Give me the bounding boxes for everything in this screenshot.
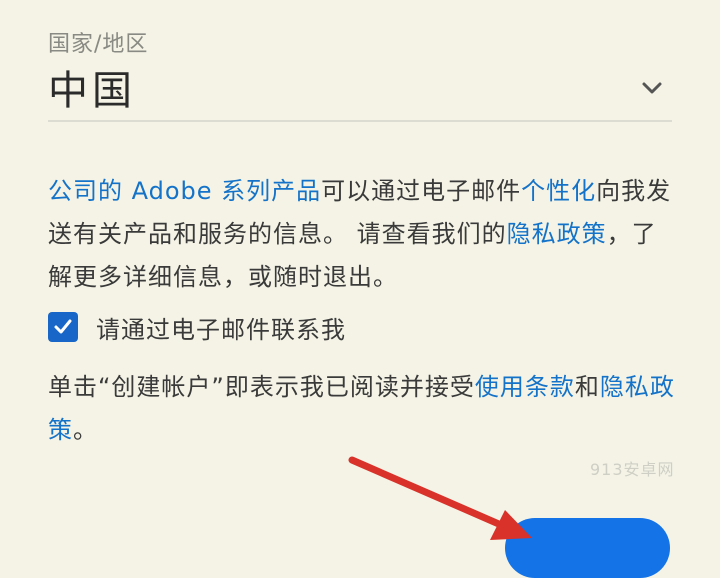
terms-text-part: 。 [73,416,98,444]
country-selected-value: 中国 [48,68,136,114]
terms-of-use-link[interactable]: 使用条款 [475,373,575,401]
signup-form: 国家/地区 中国 公司的 Adobe 系列产品可以通过电子邮件个性化向我发送有关… [0,0,720,578]
country-select[interactable]: 中国 [48,58,672,122]
terms-acceptance-text: 单击“创建帐户”即表示我已阅读并接受使用条款和隐私政策。 [48,366,678,452]
privacy-policy-link[interactable]: 隐私政策 [507,220,607,248]
email-contact-checkbox-row[interactable]: 请通过电子邮件联系我 [48,310,448,350]
watermark: 913安卓网 [590,460,675,479]
marketing-consent-text: 公司的 Adobe 系列产品可以通过电子邮件个性化向我发送有关产品和服务的信息。… [48,170,678,299]
personalize-link[interactable]: 个性化 [521,177,596,205]
country-field-label: 国家/地区 [48,32,149,57]
chevron-down-icon [640,76,664,100]
company-products-link[interactable]: 公司的 Adobe 系列产品 [48,177,321,205]
terms-text-part: 和 [574,373,600,401]
terms-text-part: 单击“创建帐户”即表示我已阅读并接受 [48,373,475,401]
email-contact-checkbox[interactable] [48,312,78,342]
annotation-arrow-icon [348,456,532,540]
checkmark-icon [54,319,72,334]
email-contact-checkbox-label: 请通过电子邮件联系我 [96,316,346,344]
consent-text-part: 可以通过电子邮件 [321,177,522,205]
